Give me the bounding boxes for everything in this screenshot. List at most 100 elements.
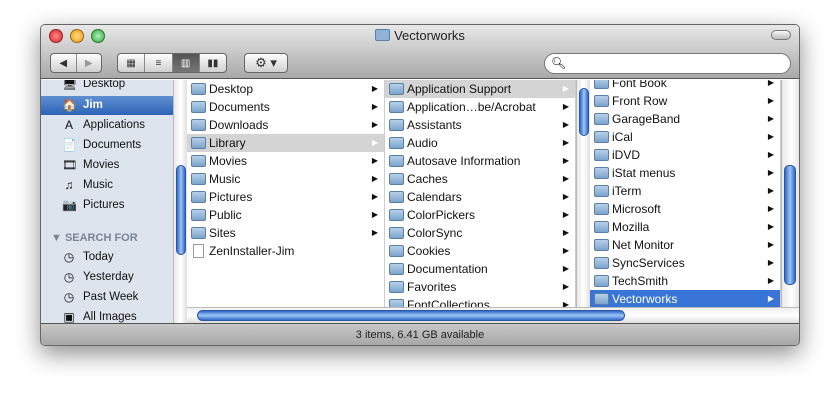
- back-button[interactable]: ◀: [51, 54, 77, 72]
- folder-icon: [594, 293, 609, 305]
- item-label: Documentation: [407, 262, 488, 276]
- item-label: Vectorworks: [612, 292, 678, 306]
- sidebar-item-music[interactable]: ♫ Music: [41, 176, 173, 195]
- disclosure-arrow-icon: ▶: [562, 210, 569, 219]
- folder-icon: [389, 191, 404, 203]
- scroll-thumb[interactable]: [197, 310, 625, 321]
- disclosure-arrow-icon: ▶: [767, 240, 774, 249]
- gear-icon: ⚙ ▾: [255, 55, 277, 70]
- applications-icon: A: [64, 118, 73, 132]
- disclosure-arrow-icon: ▶: [562, 138, 569, 147]
- list-item[interactable]: Application…be/Acrobat ▶: [385, 98, 575, 116]
- disclosure-arrow-icon: ▶: [371, 210, 378, 219]
- scroll-thumb[interactable]: [579, 88, 589, 136]
- status-bar: 3 items, 6.41 GB available: [41, 323, 799, 345]
- documents-icon: 📄: [62, 138, 77, 152]
- list-item[interactable]: Desktop ▶: [187, 80, 384, 98]
- folder-icon: [594, 203, 609, 215]
- list-item[interactable]: Movies ▶: [187, 152, 384, 170]
- sidebar-item-label: Desktop: [83, 80, 126, 90]
- list-item[interactable]: Sites ▶: [187, 224, 384, 242]
- list-item[interactable]: Music ▶: [187, 170, 384, 188]
- action-menu-button[interactable]: ⚙ ▾: [244, 53, 288, 73]
- sidebar-item-jim[interactable]: 🏠 Jim: [41, 96, 173, 115]
- folder-icon: [594, 221, 609, 233]
- item-label: Pictures: [209, 190, 253, 204]
- list-item[interactable]: TechSmith ▶: [590, 272, 780, 290]
- list-item[interactable]: iCal ▶: [590, 128, 780, 146]
- disclosure-arrow-icon: ▶: [371, 102, 378, 111]
- list-item[interactable]: Library ▶: [187, 134, 384, 152]
- disclosure-arrow-icon: ▶: [562, 192, 569, 201]
- list-item[interactable]: Pictures ▶: [187, 188, 384, 206]
- coverflow-view-button[interactable]: ▮▮: [200, 54, 226, 72]
- search-input[interactable]: 🔍︎: [544, 53, 791, 74]
- list-item[interactable]: iDVD ▶: [590, 146, 780, 164]
- sidebar-item-documents[interactable]: 📄 Documents: [41, 136, 173, 155]
- sidebar-item-desktop[interactable]: 🖥 Desktop: [41, 80, 173, 94]
- horizontal-scrollbar[interactable]: [187, 307, 799, 323]
- list-item[interactable]: ColorPickers ▶: [385, 206, 575, 224]
- list-item[interactable]: Calendars ▶: [385, 188, 575, 206]
- sidebar-search-past-week[interactable]: ◷ Past Week: [41, 288, 173, 307]
- scroll-thumb[interactable]: [784, 165, 796, 285]
- column-scrollbar[interactable]: [781, 80, 799, 307]
- list-item[interactable]: Cookies ▶: [385, 242, 575, 260]
- item-label: GarageBand: [612, 112, 681, 126]
- music-icon: ♫: [64, 178, 74, 192]
- disclosure-arrow-icon: ▶: [371, 192, 378, 201]
- sidebar-item-pictures[interactable]: 📷 Pictures: [41, 196, 173, 215]
- list-item[interactable]: Documents ▶: [187, 98, 384, 116]
- sidebar-scrollbar[interactable]: [173, 80, 187, 323]
- list-item[interactable]: Audio ▶: [385, 134, 575, 152]
- sidebar-search-today[interactable]: ◷ Today: [41, 248, 173, 267]
- folder-icon: [191, 209, 206, 221]
- search-for-header[interactable]: ▼ SEARCH FOR: [51, 232, 138, 244]
- toolbar-toggle-button[interactable]: [771, 30, 791, 40]
- folder-icon: [389, 173, 404, 185]
- list-item[interactable]: Mozilla ▶: [590, 218, 780, 236]
- sidebar-search-yesterday[interactable]: ◷ Yesterday: [41, 268, 173, 287]
- disclosure-arrow-icon: ▶: [562, 246, 569, 255]
- list-item[interactable]: Net Monitor ▶: [590, 236, 780, 254]
- list-item[interactable]: Caches ▶: [385, 170, 575, 188]
- sidebar-search-all-images[interactable]: ▣ All Images: [41, 308, 173, 324]
- list-item[interactable]: Autosave Information ▶: [385, 152, 575, 170]
- clock-icon: ◷: [63, 270, 75, 284]
- list-item[interactable]: ColorSync ▶: [385, 224, 575, 242]
- column-view-button[interactable]: ▥: [172, 54, 200, 72]
- disclosure-arrow-icon: ▶: [371, 120, 378, 129]
- scroll-thumb[interactable]: [176, 165, 186, 255]
- list-item[interactable]: Microsoft ▶: [590, 200, 780, 218]
- list-item[interactable]: SyncServices ▶: [590, 254, 780, 272]
- icon-view-button[interactable]: ▦: [118, 54, 146, 72]
- list-item[interactable]: iStat menus ▶: [590, 164, 780, 182]
- list-item[interactable]: Favorites ▶: [385, 278, 575, 296]
- item-label: Front Row: [612, 94, 668, 108]
- list-item[interactable]: Front Row ▶: [590, 92, 780, 110]
- folder-icon: [389, 119, 404, 131]
- list-item[interactable]: Font Book ▶: [590, 80, 780, 92]
- view-buttons: ▦ ≡ ▥ ▮▮: [117, 53, 227, 73]
- list-item[interactable]: Downloads ▶: [187, 116, 384, 134]
- sidebar-item-movies[interactable]: 🎞 Movies: [41, 156, 173, 175]
- column-application-support: Font Book ▶ Front Row ▶ GarageBand ▶ iCal ▶ iDVD…: [590, 80, 781, 323]
- list-item[interactable]: Assistants ▶: [385, 116, 575, 134]
- sidebar-item-applications[interactable]: A Applications: [41, 116, 173, 135]
- list-item[interactable]: Vectorworks ▶: [590, 290, 780, 308]
- forward-button[interactable]: ▶: [77, 54, 102, 72]
- item-label: Music: [209, 172, 241, 186]
- images-icon: ▣: [63, 310, 75, 324]
- disclosure-arrow-icon: ▶: [767, 276, 774, 285]
- column-scrollbar[interactable]: [576, 80, 590, 307]
- folder-icon: [191, 155, 206, 167]
- list-view-button[interactable]: ≡: [145, 54, 173, 72]
- list-item[interactable]: Documentation ▶: [385, 260, 575, 278]
- list-item[interactable]: Application Support ▶: [385, 80, 575, 98]
- list-item[interactable]: iTerm ▶: [590, 182, 780, 200]
- list-item[interactable]: Public ▶: [187, 206, 384, 224]
- list-item[interactable]: GarageBand ▶: [590, 110, 780, 128]
- window-title-text: Vectorworks: [394, 28, 465, 43]
- list-item[interactable]: ZenInstaller-Jim: [187, 242, 384, 260]
- item-label: Favorites: [407, 280, 457, 294]
